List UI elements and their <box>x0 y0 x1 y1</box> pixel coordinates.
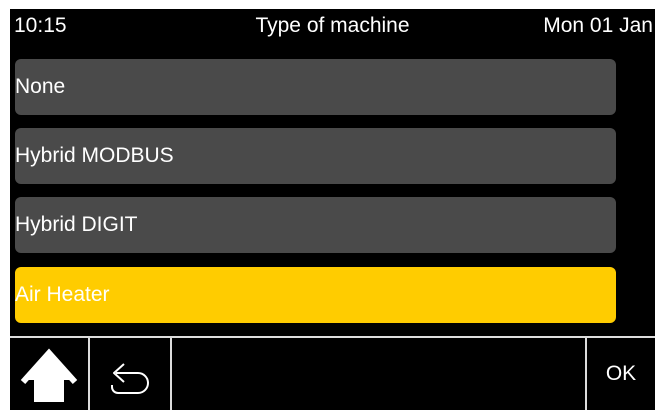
machine-type-list: None Hybrid MODBUS Hybrid DIGIT Air Heat… <box>10 9 655 339</box>
option-label: Hybrid DIGIT <box>15 213 138 236</box>
ok-button[interactable]: OK <box>587 338 655 410</box>
option-air-heater[interactable]: Air Heater <box>15 267 616 323</box>
back-button[interactable] <box>90 338 172 410</box>
option-hybrid-modbus[interactable]: Hybrid MODBUS <box>15 128 616 184</box>
home-button[interactable] <box>10 338 90 410</box>
option-hybrid-digit[interactable]: Hybrid DIGIT <box>15 197 616 253</box>
home-icon <box>20 348 78 402</box>
back-arrow-icon <box>111 363 149 394</box>
option-label: Hybrid MODBUS <box>15 144 174 167</box>
bottom-toolbar: OK <box>10 336 655 410</box>
option-label: None <box>15 75 66 98</box>
option-label: Air Heater <box>15 283 110 306</box>
device-screen: 10:15 Type of machine Mon 01 Jan None Hy… <box>10 9 655 410</box>
option-none[interactable]: None <box>15 59 616 115</box>
toolbar-empty-slot <box>172 338 587 410</box>
